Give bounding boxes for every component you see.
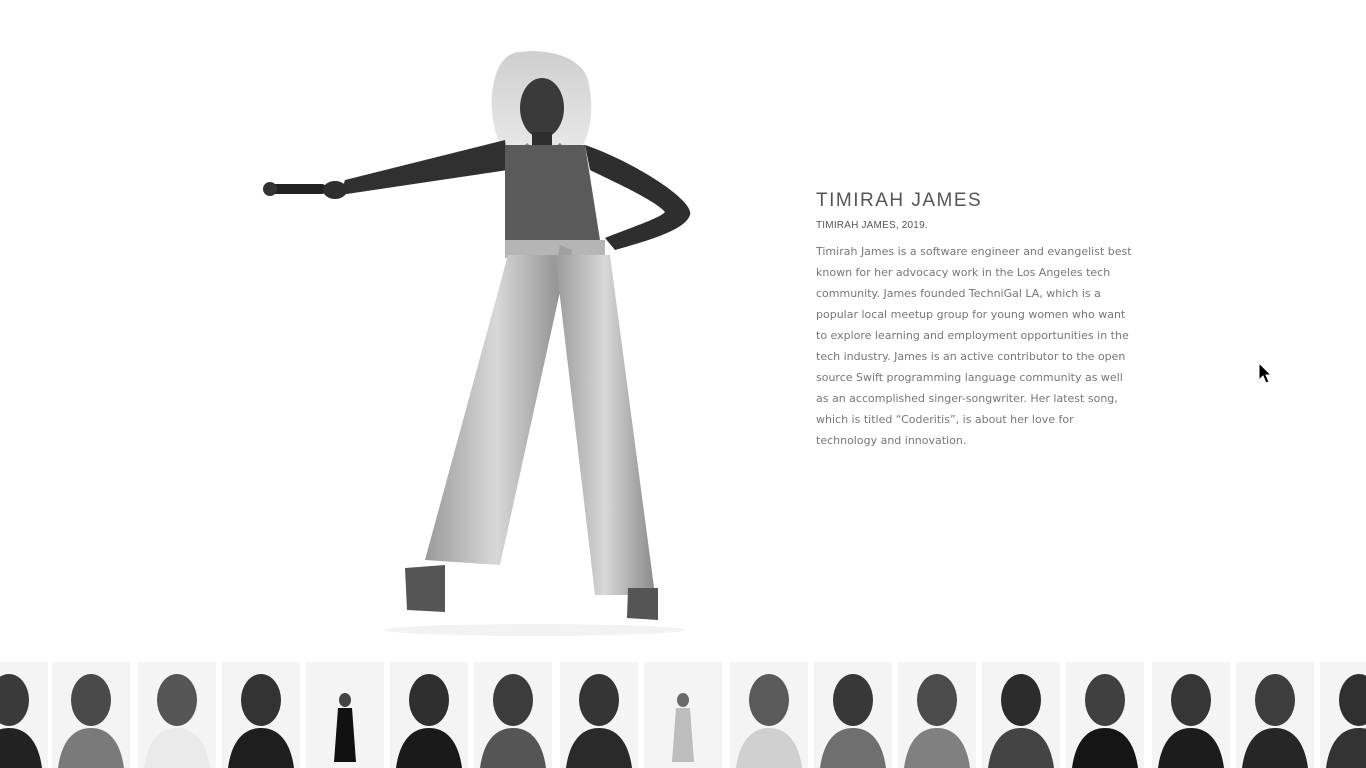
portrait-thumbnail[interactable]: [474, 662, 552, 768]
portrait-thumbnail[interactable]: [138, 662, 216, 768]
portrait-thumbnail-image: [560, 662, 638, 768]
portrait-thumbnail-image: [222, 662, 300, 768]
portrait-thumbnail-image: [1152, 662, 1230, 768]
portrait-thumbnail[interactable]: [52, 662, 130, 768]
profile-bio: Timirah James is a software engineer and…: [816, 245, 1132, 447]
portrait-thumbnail-image: [730, 662, 808, 768]
portrait-thumbnail-image: [1066, 662, 1144, 768]
portrait-thumbnail[interactable]: [306, 662, 384, 768]
featured-portrait-photo: [250, 40, 710, 640]
portrait-thumbnail-image: [306, 662, 384, 768]
portrait-thumbnail-image: [390, 662, 468, 768]
photo-caption: TIMIRAH JAMES, 2019.: [816, 220, 928, 231]
mouse-cursor-icon: [1258, 361, 1273, 384]
portrait-thumbnail-image: [52, 662, 130, 768]
portrait-thumbnail-strip: [0, 662, 1366, 768]
portrait-thumbnail-image: [898, 662, 976, 768]
portrait-thumbnail-image: [982, 662, 1060, 768]
portrait-thumbnail[interactable]: [1236, 662, 1314, 768]
portrait-thumbnail[interactable]: [898, 662, 976, 768]
portrait-thumbnail[interactable]: [222, 662, 300, 768]
portrait-thumbnail-image: [0, 662, 48, 768]
profile-info-panel: TIMIRAH JAMES TIMIRAH JAMES, 2019. Timir…: [816, 190, 1136, 451]
portrait-thumbnail-image: [1236, 662, 1314, 768]
portrait-thumbnail[interactable]: [814, 662, 892, 768]
portrait-thumbnail[interactable]: [1152, 662, 1230, 768]
portrait-thumbnail[interactable]: [0, 662, 48, 768]
portrait-thumbnail[interactable]: [560, 662, 638, 768]
portrait-thumbnail-image: [644, 662, 722, 768]
portrait-thumbnail[interactable]: [982, 662, 1060, 768]
portrait-thumbnail-image: [1320, 662, 1366, 768]
portrait-thumbnail[interactable]: [390, 662, 468, 768]
portrait-thumbnail-image: [138, 662, 216, 768]
portrait-thumbnail[interactable]: [1320, 662, 1366, 768]
profile-name-heading: TIMIRAH JAMES: [816, 190, 983, 211]
page: TIMIRAH JAMES TIMIRAH JAMES, 2019. Timir…: [0, 0, 1366, 768]
portrait-thumbnail[interactable]: [1066, 662, 1144, 768]
portrait-thumbnail-image: [474, 662, 552, 768]
portrait-thumbnail[interactable]: [730, 662, 808, 768]
portrait-thumbnail[interactable]: [644, 662, 722, 768]
portrait-thumbnail-image: [814, 662, 892, 768]
